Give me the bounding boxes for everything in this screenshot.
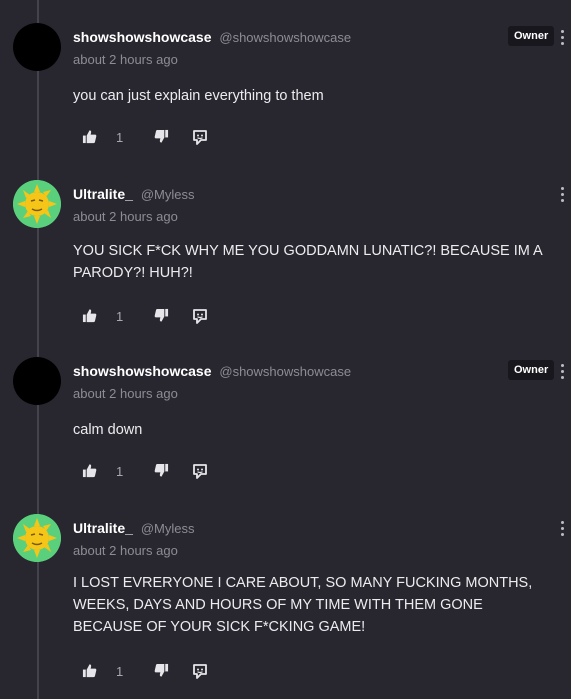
thumbs-up-icon[interactable] bbox=[82, 663, 97, 683]
author-handle[interactable]: @showshowshowcase bbox=[219, 364, 351, 379]
avatar[interactable] bbox=[13, 23, 61, 71]
avatar[interactable] bbox=[13, 357, 61, 405]
reply-icon[interactable] bbox=[192, 663, 208, 684]
author-handle[interactable]: @showshowshowcase bbox=[219, 30, 351, 45]
thumbs-up-icon[interactable] bbox=[82, 308, 97, 328]
comment-actions: 1 bbox=[82, 129, 222, 147]
thread-line bbox=[37, 0, 39, 699]
thumbs-up-icon[interactable] bbox=[82, 463, 97, 483]
author-handle[interactable]: @Myless bbox=[141, 187, 195, 202]
comment-text: YOU SICK F*CK WHY ME YOU GODDAMN LUNATIC… bbox=[73, 243, 542, 281]
thumbs-up-icon[interactable] bbox=[82, 129, 97, 149]
like-count: 1 bbox=[116, 664, 124, 679]
comment-actions: 1 bbox=[82, 308, 222, 326]
comment-actions: 1 bbox=[82, 463, 222, 481]
like-count: 1 bbox=[116, 130, 124, 145]
timestamp: about 2 hours ago bbox=[73, 209, 178, 224]
comment-text: you can just explain everything to them bbox=[73, 88, 324, 104]
author-name[interactable]: Ultralite_ bbox=[73, 186, 133, 202]
comment-text: I LOST EVRERYONE I CARE ABOUT, SO MANY F… bbox=[73, 575, 533, 635]
avatar[interactable] bbox=[13, 180, 61, 228]
timestamp: about 2 hours ago bbox=[73, 543, 178, 558]
reply-icon[interactable] bbox=[192, 463, 208, 484]
comment-actions: 1 bbox=[82, 663, 222, 681]
author-name[interactable]: showshowshowcase bbox=[73, 363, 211, 379]
more-options-icon[interactable] bbox=[557, 364, 567, 382]
owner-badge: Owner bbox=[508, 360, 555, 380]
thumbs-down-icon[interactable] bbox=[154, 663, 169, 683]
comment-text: calm down bbox=[73, 422, 143, 438]
more-options-icon[interactable] bbox=[557, 30, 567, 48]
avatar[interactable] bbox=[13, 514, 61, 562]
author-name[interactable]: Ultralite_ bbox=[73, 520, 133, 536]
reply-icon[interactable] bbox=[192, 129, 208, 150]
more-options-icon[interactable] bbox=[557, 187, 567, 205]
thumbs-down-icon[interactable] bbox=[154, 463, 169, 483]
like-count: 1 bbox=[116, 309, 124, 324]
author-handle[interactable]: @Myless bbox=[141, 521, 195, 536]
reply-icon[interactable] bbox=[192, 308, 208, 329]
timestamp: about 2 hours ago bbox=[73, 52, 178, 67]
thumbs-down-icon[interactable] bbox=[154, 129, 169, 149]
like-count: 1 bbox=[116, 464, 124, 479]
owner-badge: Owner bbox=[508, 26, 555, 46]
more-options-icon[interactable] bbox=[557, 521, 567, 539]
thumbs-down-icon[interactable] bbox=[154, 308, 169, 328]
author-name[interactable]: showshowshowcase bbox=[73, 29, 211, 45]
timestamp: about 2 hours ago bbox=[73, 386, 178, 401]
